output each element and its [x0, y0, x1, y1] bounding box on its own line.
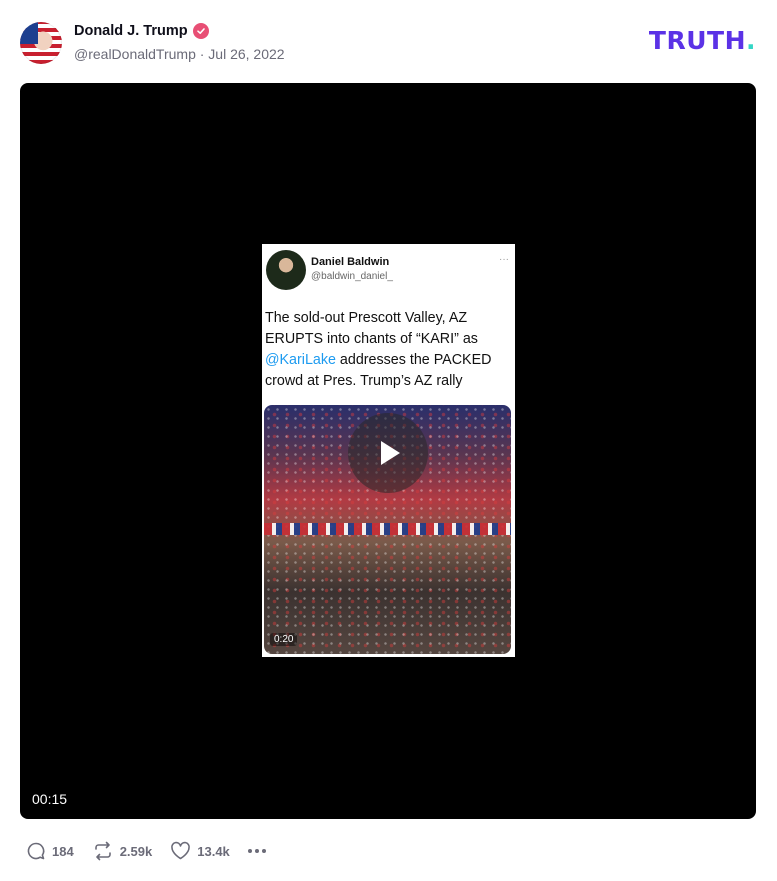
embedded-avatar	[266, 250, 306, 290]
embedded-text: The sold-out Prescott Valley, AZ ERUPTS …	[265, 308, 515, 392]
verified-badge-icon	[192, 23, 209, 39]
heart-icon	[171, 841, 191, 860]
truth-logo[interactable]: TRUTH.	[649, 26, 756, 55]
post-header: Donald J. Trump @realDonaldTrump · Jul 2…	[20, 20, 757, 66]
retruth-icon	[94, 841, 111, 861]
retruth-button[interactable]: 2.59k	[92, 841, 153, 861]
post-actions: 184 2.59k 13.4k	[26, 840, 266, 862]
embedded-name: Daniel Baldwin	[311, 256, 390, 268]
video-player[interactable]: Daniel Baldwin @baldwin_daniel_ ··· The …	[20, 83, 756, 819]
embedded-menu-icon: ···	[499, 254, 509, 265]
author-handle-date[interactable]: @realDonaldTrump · Jul 26, 2022	[74, 46, 285, 62]
play-icon[interactable]	[348, 413, 428, 493]
author-name-row: Donald J. Trump	[74, 23, 209, 39]
reply-button[interactable]: 184	[26, 841, 74, 861]
like-count: 13.4k	[197, 843, 230, 859]
embedded-handle: @baldwin_daniel_	[311, 271, 393, 282]
embedded-mention: @KariLake	[265, 352, 336, 368]
embedded-clip-time: 0:20	[270, 633, 298, 646]
logo-text: TRUTH	[648, 26, 746, 55]
video-duration: 00:15	[32, 791, 68, 807]
like-button[interactable]: 13.4k	[170, 841, 230, 861]
reply-count: 184	[52, 843, 74, 859]
embedded-text-before: The sold-out Prescott Valley, AZ ERUPTS …	[265, 310, 478, 347]
logo-dot: .	[746, 26, 756, 55]
retruth-count: 2.59k	[119, 843, 153, 859]
more-options-icon[interactable]	[247, 849, 266, 853]
author-avatar[interactable]	[20, 22, 62, 64]
author-name[interactable]: Donald J. Trump	[74, 23, 188, 39]
reply-icon	[27, 842, 45, 860]
